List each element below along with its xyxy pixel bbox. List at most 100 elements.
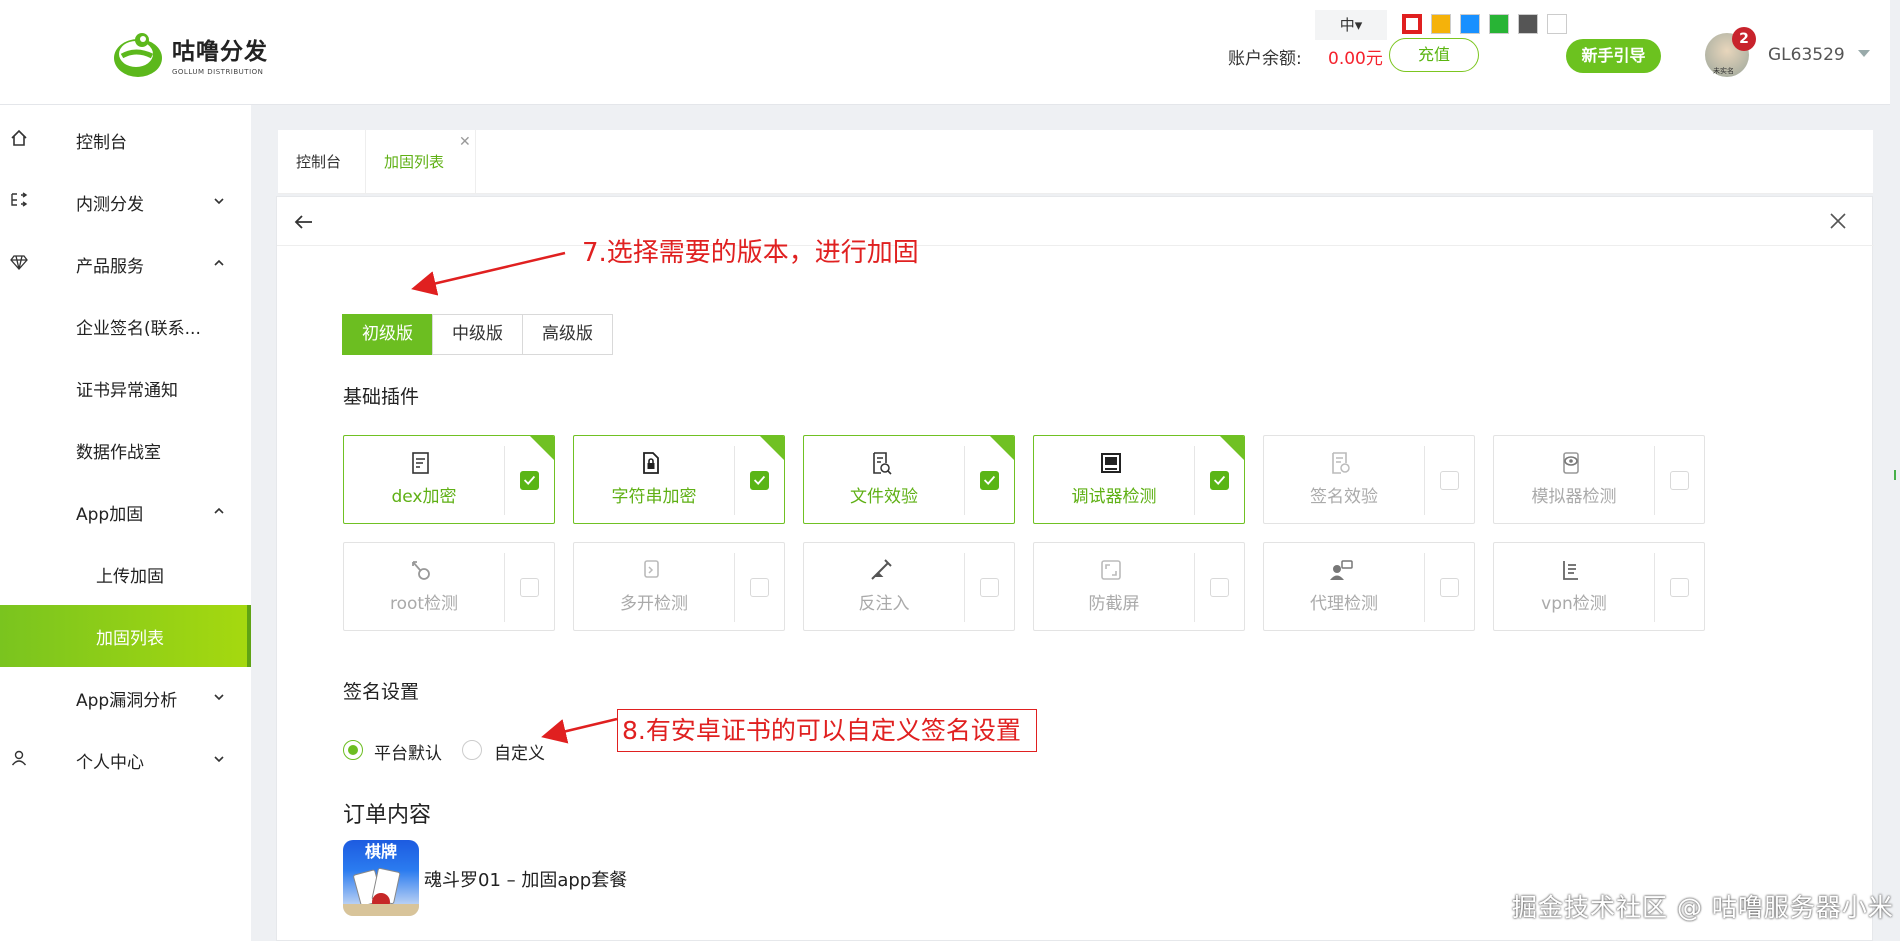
annotation-step8: 8.有安卓证书的可以自定义签名设置 [617,709,1037,752]
edge-marker [1894,470,1896,480]
avatar-status-label: 未实名 [1713,67,1734,75]
plugin-card-screenshot[interactable]: 防截屏 [1033,542,1245,631]
user-menu-caret-icon[interactable] [1858,50,1870,57]
signature-custom-radio[interactable] [462,740,482,760]
sidebar-item-label: 控制台 [76,132,127,153]
anti-inject-icon [871,559,892,580]
signature-custom-label: 自定义 [494,744,545,764]
version-advanced-button[interactable]: 高级版 [522,314,613,355]
sidebar: 控制台 内测分发 产品服务 企业签名(联系... 证书异常通知 数据作战室 Ap… [0,105,251,941]
chevron-down-icon [214,756,224,763]
sidebar-item-label: 上传加固 [96,566,164,587]
plugin-checkbox[interactable] [1440,578,1459,597]
version-basic-button[interactable]: 初级版 [342,314,433,355]
version-selector: 初级版 中级版 高级版 [342,314,613,355]
theme-swatches [1402,14,1567,34]
plugin-checkbox[interactable] [520,578,539,597]
plugin-checkbox[interactable] [1210,471,1229,490]
app-icon-tag: 棋牌 [364,842,397,861]
plugin-checkbox[interactable] [1670,471,1689,490]
chevron-down-icon [214,198,224,205]
plugin-checkbox[interactable] [1440,471,1459,490]
plugin-checkbox[interactable] [1670,578,1689,597]
sidebar-item-label: App加固 [76,504,144,525]
signature-icon [1332,452,1350,474]
recharge-button[interactable]: 充值 [1389,38,1479,72]
diamond-icon [10,255,28,270]
plugin-checkbox[interactable] [1210,578,1229,597]
sidebar-item-label: 产品服务 [76,256,144,277]
beginner-guide-button[interactable]: 新手引导 [1566,39,1661,73]
theme-swatch[interactable] [1489,14,1509,34]
plugins-section-title: 基础插件 [343,386,420,408]
plugin-card-vpn[interactable]: vpn检测 [1493,542,1705,631]
logo-subtitle: GOLLUM DISTRIBUTION [172,68,264,76]
tab-close-icon[interactable]: ✕ [459,134,471,150]
user-icon [11,750,27,766]
version-intermediate-button[interactable]: 中级版 [432,314,523,355]
sidebar-item-dashboard[interactable]: 控制台 [0,109,251,171]
sidebar-item-label: 证书异常通知 [76,380,178,401]
top-bar: 咕噜分发 GOLLUM DISTRIBUTION 中▾ 账户余额: 0.00元 … [0,0,1890,105]
tab-dashboard[interactable]: 控制台 [278,130,366,194]
plugin-card-proxy[interactable]: 代理检测 [1263,542,1475,631]
logo[interactable]: 咕噜分发 GOLLUM DISTRIBUTION [112,28,268,80]
plugin-card-signature[interactable]: 签名效验 [1263,435,1475,524]
plugin-card-root[interactable]: root检测 [343,542,555,631]
app-icon: 棋牌 [343,840,419,916]
sidebar-item-label: 内测分发 [76,194,144,215]
plugin-card-anti-inject[interactable]: 反注入 [803,542,1015,631]
selected-corner-icon [530,436,554,460]
proxy-icon [1330,560,1353,580]
sidebar-item-app-hardening[interactable]: App加固 [0,481,251,543]
sidebar-item-product-services[interactable]: 产品服务 [0,233,251,295]
sidebar-item-enterprise-signature[interactable]: 企业签名(联系... [0,295,251,357]
plugin-card-debugger[interactable]: 调试器检测 [1033,435,1245,524]
signature-default-radio[interactable] [343,740,363,760]
plugin-checkbox[interactable] [750,471,769,490]
back-arrow-icon[interactable] [293,211,315,233]
tab-bar: 控制台 加固列表 [278,130,1873,194]
theme-swatch[interactable] [1460,14,1480,34]
sidebar-item-label: 加固列表 [96,628,164,649]
screenshot-icon [1101,560,1121,580]
dex-icon [412,452,429,474]
sidebar-item-beta-distribution[interactable]: 内测分发 [0,171,251,233]
debugger-icon [1101,453,1121,473]
plugin-card-string-encrypt[interactable]: 字符串加密 [573,435,785,524]
sidebar-item-cert-alert[interactable]: 证书异常通知 [0,357,251,419]
panel-header [277,197,1874,246]
root-icon [412,561,430,580]
plugin-checkbox[interactable] [750,578,769,597]
sidebar-item-vuln-analysis[interactable]: App漏洞分析 [0,667,251,729]
home-icon [11,129,27,146]
theme-swatch[interactable] [1518,14,1538,34]
vpn-icon [1563,561,1578,580]
font-size-select[interactable]: 中▾ [1315,10,1387,40]
logo-title: 咕噜分发 [172,39,268,65]
sidebar-item-hardening-list[interactable]: 加固列表 [0,605,251,667]
plugin-checkbox[interactable] [980,578,999,597]
sidebar-item-data-room[interactable]: 数据作战室 [0,419,251,481]
balance-label: 账户余额: [1228,49,1302,69]
plugin-card-dex[interactable]: dex加密 [343,435,555,524]
theme-swatch[interactable] [1431,14,1451,34]
sidebar-item-label: 企业签名(联系... [76,318,201,339]
file-check-icon [873,452,892,475]
plugin-card-file-check[interactable]: 文件效验 [803,435,1015,524]
annotation-step7: 7.选择需要的版本，进行加固 [582,238,919,268]
plugin-card-multi-open[interactable]: 多开检测 [573,542,785,631]
sidebar-item-label: 个人中心 [76,752,144,773]
plugin-checkbox[interactable] [520,471,539,490]
sidebar-item-upload-hardening[interactable]: 上传加固 [0,543,251,605]
sidebar-item-personal-center[interactable]: 个人中心 [0,729,251,791]
theme-swatch[interactable] [1547,14,1567,34]
sidebar-item-label: App漏洞分析 [76,690,178,711]
theme-swatch[interactable] [1402,14,1422,34]
logo-mark-icon [114,33,162,77]
plugin-card-emulator[interactable]: 模拟器检测 [1493,435,1705,524]
plugin-checkbox[interactable] [980,471,999,490]
close-icon[interactable] [1829,212,1847,230]
selected-corner-icon [1220,436,1244,460]
username[interactable]: GL63529 [1768,45,1845,65]
